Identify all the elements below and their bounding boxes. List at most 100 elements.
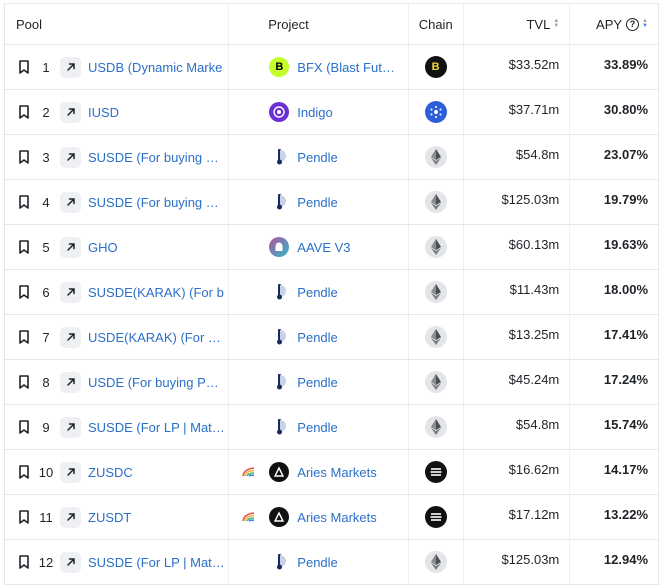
table-row[interactable]: 3 SUSDE (For buying P… Pendle $54.8m 23.… bbox=[5, 135, 658, 180]
apy-header-label[interactable]: APY bbox=[596, 17, 622, 32]
tvl-cell: $33.52m bbox=[464, 45, 571, 89]
pool-name-link[interactable]: SUSDE (For buying P… bbox=[88, 150, 226, 165]
tvl-value: $125.03m bbox=[501, 552, 560, 567]
external-link-icon[interactable] bbox=[60, 191, 81, 213]
bookmark-icon[interactable] bbox=[17, 284, 31, 300]
ethereum-chain-icon[interactable] bbox=[424, 416, 447, 438]
project-cell: Aries Markets bbox=[229, 495, 409, 539]
external-link-icon[interactable] bbox=[60, 101, 81, 123]
pool-name-link[interactable]: SUSDE (For buying P… bbox=[88, 195, 226, 210]
project-cell: Pendle bbox=[229, 540, 409, 584]
external-link-icon[interactable] bbox=[60, 281, 81, 303]
external-link-icon[interactable] bbox=[60, 236, 81, 258]
apy-cell: 12.94% bbox=[570, 540, 658, 584]
project-cell: Pendle bbox=[229, 405, 409, 449]
project-name-link[interactable]: Pendle bbox=[297, 375, 337, 390]
blast-chain-icon[interactable]: B bbox=[424, 56, 447, 78]
bookmark-icon[interactable] bbox=[17, 59, 31, 75]
table-row[interactable]: 12 SUSDE (For LP | Mat… Pendle $125.03m … bbox=[5, 540, 658, 585]
pool-name-link[interactable]: ZUSDT bbox=[88, 510, 131, 525]
bookmark-icon[interactable] bbox=[17, 239, 31, 255]
external-link-icon[interactable] bbox=[60, 56, 81, 78]
pool-name-link[interactable]: USDE(KARAK) (For bu… bbox=[88, 330, 226, 345]
sort-icon[interactable]: ▲ ▼ bbox=[642, 18, 648, 29]
bookmark-icon[interactable] bbox=[17, 509, 31, 525]
tvl-header-label[interactable]: TVL bbox=[526, 17, 550, 32]
pool-name-link[interactable]: SUSDE (For LP | Mat… bbox=[88, 555, 225, 570]
apy-cell: 17.41% bbox=[570, 315, 658, 359]
project-name-link[interactable]: Pendle bbox=[297, 555, 337, 570]
apy-value: 30.80% bbox=[603, 102, 649, 117]
external-link-icon[interactable] bbox=[60, 146, 81, 168]
pool-name-link[interactable]: GHO bbox=[88, 240, 118, 255]
cardano-chain-icon[interactable] bbox=[424, 101, 447, 123]
table-row[interactable]: 4 SUSDE (For buying P… Pendle $125.03m 1… bbox=[5, 180, 658, 225]
yield-table: Pool Project Chain TVL ▲ ▼ APY? ▲ ▼ 1 USDB (… bbox=[4, 3, 659, 585]
project-logo-icon bbox=[269, 282, 289, 302]
apy-value: 15.74% bbox=[603, 417, 649, 432]
ethereum-chain-icon[interactable] bbox=[424, 236, 447, 258]
ethereum-chain-icon[interactable] bbox=[424, 371, 447, 393]
tvl-cell: $13.25m bbox=[464, 315, 571, 359]
external-link-icon[interactable] bbox=[60, 551, 81, 573]
external-link-icon[interactable] bbox=[60, 326, 81, 348]
bookmark-icon[interactable] bbox=[17, 554, 31, 570]
apy-column-header[interactable]: APY? ▲ ▼ bbox=[570, 4, 658, 44]
external-link-icon[interactable] bbox=[60, 506, 81, 528]
table-row[interactable]: 11 ZUSDT Aries Markets $17.12m 13.22% bbox=[5, 495, 658, 540]
project-logo-icon bbox=[269, 102, 290, 122]
bookmark-icon[interactable] bbox=[17, 419, 31, 435]
bookmark-icon[interactable] bbox=[17, 194, 31, 210]
external-link-icon[interactable] bbox=[60, 371, 81, 393]
project-logo-icon bbox=[269, 507, 290, 527]
help-icon[interactable]: ? bbox=[626, 17, 640, 31]
project-name-link[interactable]: Pendle bbox=[297, 150, 337, 165]
table-row[interactable]: 10 ZUSDC Aries Markets $16.62m 14.17% bbox=[5, 450, 658, 495]
bookmark-icon[interactable] bbox=[17, 374, 31, 390]
project-name-link[interactable]: Pendle bbox=[297, 330, 337, 345]
table-row[interactable]: 7 USDE(KARAK) (For bu… Pendle $13.25m 17… bbox=[5, 315, 658, 360]
table-row[interactable]: 5 GHO AAVE V3 $60.13m 19.63% bbox=[5, 225, 658, 270]
project-cell: Aries Markets bbox=[229, 450, 409, 494]
external-link-icon[interactable] bbox=[60, 461, 81, 483]
project-logo-icon bbox=[269, 372, 289, 392]
external-link-icon[interactable] bbox=[60, 416, 81, 438]
pool-name-link[interactable]: SUSDE (For LP | Mat… bbox=[88, 420, 225, 435]
ethereum-chain-icon[interactable] bbox=[424, 191, 447, 213]
chain-cell bbox=[409, 495, 464, 539]
bookmark-icon[interactable] bbox=[17, 329, 31, 345]
apy-cell: 19.63% bbox=[570, 225, 658, 269]
table-row[interactable]: 6 SUSDE(KARAK) (For b Pendle $11.43m 18.… bbox=[5, 270, 658, 315]
pool-name-link[interactable]: ZUSDC bbox=[88, 465, 133, 480]
aptos-chain-icon[interactable] bbox=[424, 461, 447, 483]
project-name-link[interactable]: AAVE V3 bbox=[297, 240, 350, 255]
rank-number: 6 bbox=[42, 284, 50, 300]
project-name-link[interactable]: BFX (Blast Fut… bbox=[297, 60, 395, 75]
project-name-link[interactable]: Pendle bbox=[297, 195, 337, 210]
bookmark-icon[interactable] bbox=[17, 464, 31, 480]
sort-icon[interactable]: ▲ ▼ bbox=[553, 18, 559, 29]
tvl-column-header[interactable]: TVL ▲ ▼ bbox=[464, 4, 571, 44]
ethereum-chain-icon[interactable] bbox=[424, 551, 447, 573]
pool-name-link[interactable]: IUSD bbox=[88, 105, 119, 120]
ethereum-chain-icon[interactable] bbox=[424, 281, 447, 303]
pool-name-link[interactable]: USDE (For buying PT… bbox=[88, 375, 226, 390]
project-name-link[interactable]: Indigo bbox=[297, 105, 332, 120]
ethereum-chain-icon[interactable] bbox=[424, 146, 447, 168]
pool-name-link[interactable]: SUSDE(KARAK) (For b bbox=[88, 285, 224, 300]
table-row[interactable]: 9 SUSDE (For LP | Mat… Pendle $54.8m 15.… bbox=[5, 405, 658, 450]
project-name-link[interactable]: Aries Markets bbox=[297, 465, 376, 480]
pool-name-link[interactable]: USDB (Dynamic Marke bbox=[88, 60, 222, 75]
table-row[interactable]: 2 IUSD Indigo $37.71m 30.80% bbox=[5, 90, 658, 135]
project-name-link[interactable]: Pendle bbox=[297, 285, 337, 300]
project-name-link[interactable]: Aries Markets bbox=[297, 510, 376, 525]
bookmark-icon[interactable] bbox=[17, 149, 31, 165]
ethereum-chain-icon[interactable] bbox=[424, 326, 447, 348]
aptos-chain-icon[interactable] bbox=[424, 506, 447, 528]
project-cell: AAVE V3 bbox=[229, 225, 409, 269]
table-row[interactable]: 8 USDE (For buying PT… Pendle $45.24m 17… bbox=[5, 360, 658, 405]
project-name-link[interactable]: Pendle bbox=[297, 420, 337, 435]
tvl-cell: $125.03m bbox=[464, 540, 571, 584]
table-row[interactable]: 1 USDB (Dynamic Marke B BFX (Blast Fut… … bbox=[5, 45, 658, 90]
bookmark-icon[interactable] bbox=[17, 104, 31, 120]
